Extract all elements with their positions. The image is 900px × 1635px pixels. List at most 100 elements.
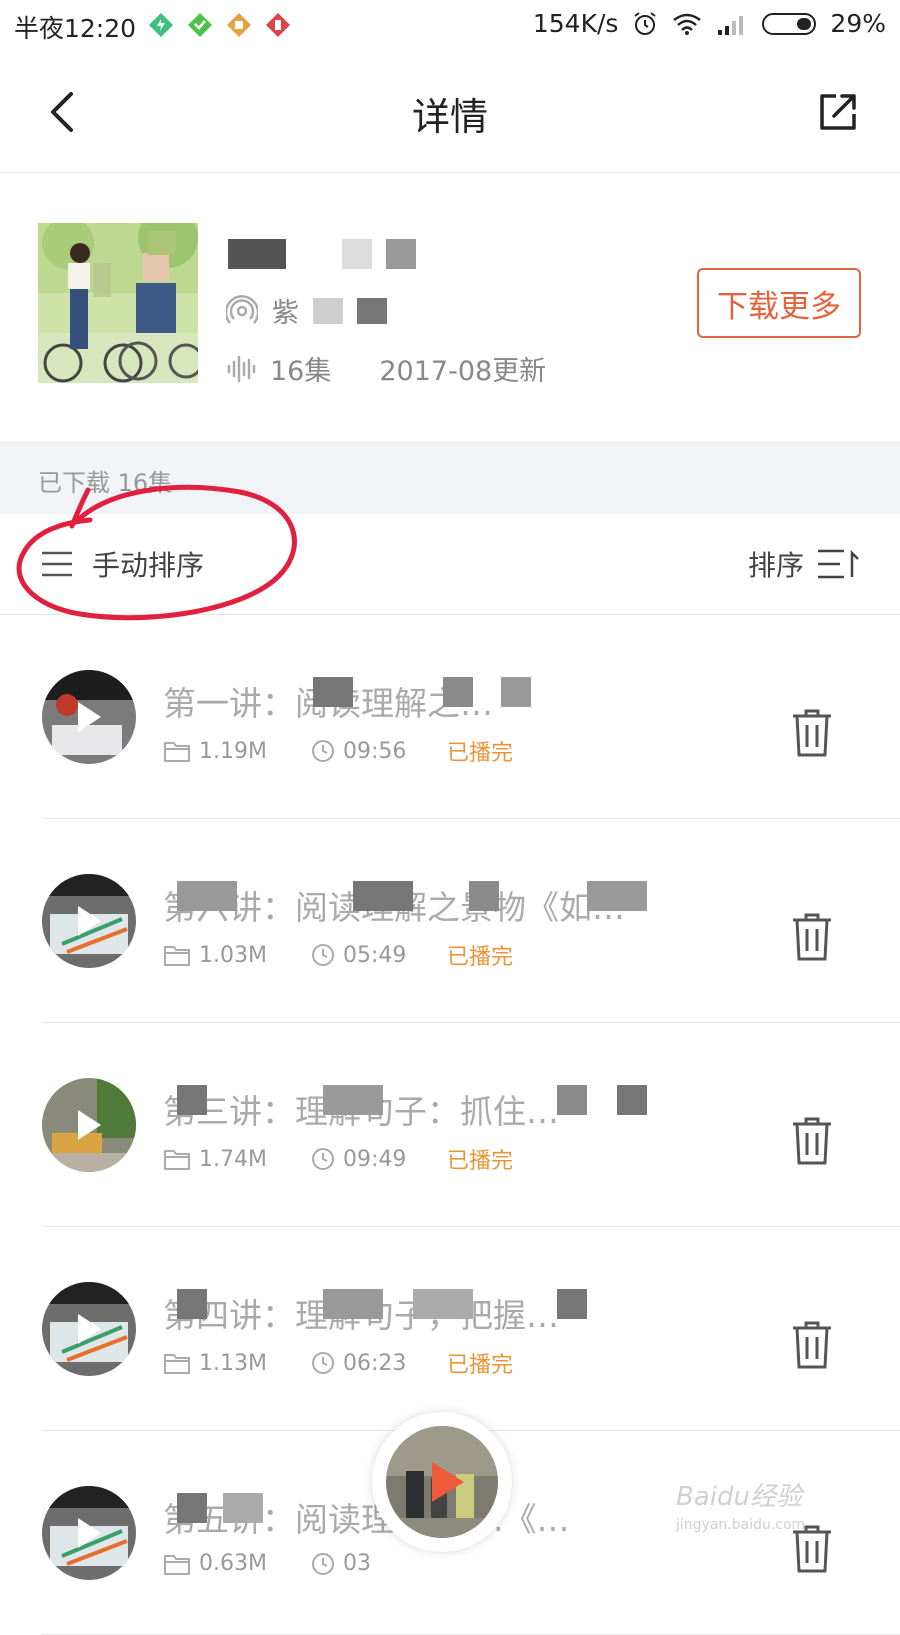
episode-title-redactions (163, 1285, 703, 1325)
episode-meta: 1.74M 09:49 已播完 (163, 1143, 513, 1175)
album-cover[interactable] (38, 223, 198, 383)
now-playing-artwork (386, 1426, 498, 1538)
episode-meta: 1.13M 06:23 已播完 (163, 1347, 513, 1379)
episode-played-status: 已播完 (447, 741, 514, 766)
mini-player-button[interactable] (372, 1412, 512, 1552)
downloaded-count: 已下载 16集 (38, 469, 173, 497)
play-overlay (42, 1282, 136, 1376)
battery-icon (762, 12, 817, 35)
trash-icon[interactable] (790, 707, 834, 759)
episode-meta: 0.63M 03 (163, 1551, 447, 1576)
menu-lines-icon (42, 551, 72, 577)
episode-size: 1.74M (199, 1146, 267, 1172)
folder-icon (164, 1354, 190, 1374)
watermark-site: jingyan.baidu.com (676, 1517, 806, 1533)
signal-icon (718, 15, 744, 35)
manual-sort-label: 手动排序 (92, 549, 205, 582)
status-bar: 半夜12:20 154K/s 29% (0, 0, 900, 52)
episode-meta: 1.19M 09:56 已播完 (163, 735, 513, 767)
sort-order-icon (818, 549, 859, 579)
page-title: 详情 (411, 95, 488, 139)
episode-title-redactions (163, 877, 703, 917)
album-cover-image (38, 223, 198, 383)
clock-icon (312, 1352, 334, 1374)
album-meta: 16集 2017-08更新 (226, 349, 546, 388)
album-title-redacted (228, 239, 416, 269)
notification-icons (148, 12, 291, 38)
watermark-brand: Baidu经验 (676, 1482, 802, 1512)
play-icon (78, 1314, 101, 1344)
album-info: 紫 16集 2017-08更新 下载更多 (0, 173, 900, 441)
anchor-name-redacted (357, 297, 387, 324)
episode-thumbnail[interactable] (42, 1486, 136, 1580)
clock-icon (312, 1148, 334, 1170)
episode-row[interactable]: 第三讲：理解句子：抓住… 1.74M 09:49 已播完 (0, 1023, 900, 1227)
folder-icon (164, 1554, 190, 1575)
episode-thumbnail[interactable] (42, 874, 136, 968)
episode-title-redactions (163, 673, 703, 713)
anchor-name-redacted (313, 297, 343, 324)
folder-icon (164, 1150, 190, 1170)
clock-icon (312, 740, 334, 762)
episode-played-status: 已播完 (447, 945, 514, 970)
sort-label: 排序 (747, 549, 804, 582)
broadcast-icon (226, 294, 258, 324)
album-anchor[interactable]: 紫 (226, 291, 387, 330)
episode-size: 0.63M (199, 1551, 267, 1576)
anchor-name: 紫 (272, 298, 299, 329)
downloaded-section-header: 已下载 16集 (0, 441, 900, 514)
clock-icon (312, 1552, 334, 1575)
episode-duration: 09:49 (343, 1146, 407, 1172)
top-nav-bar: 详情 (0, 52, 900, 173)
wifi-icon (673, 13, 702, 35)
play-overlay (42, 1486, 136, 1580)
episode-title-redactions (163, 1081, 703, 1121)
episode-duration: 03 (343, 1551, 371, 1576)
sort-toolbar: 手动排序 排序 (0, 514, 900, 615)
play-overlay (42, 874, 136, 968)
alarm-icon (634, 11, 657, 35)
battery-percent: 29% (830, 9, 886, 38)
episode-size: 1.19M (199, 738, 267, 764)
play-icon (78, 702, 101, 732)
episode-duration: 05:49 (343, 942, 407, 968)
app-notification-icon (266, 13, 290, 37)
app-notification-icon (227, 13, 251, 37)
network-speed: 154K/s (532, 9, 619, 38)
episode-thumbnail[interactable] (42, 670, 136, 764)
manual-sort-button[interactable]: 手动排序 (40, 544, 204, 584)
episode-size: 1.03M (199, 942, 267, 968)
episode-thumbnail[interactable] (42, 1078, 136, 1172)
share-button[interactable] (812, 86, 864, 138)
play-overlay (42, 670, 136, 764)
update-date: 2017-08更新 (379, 356, 547, 387)
folder-icon (164, 742, 190, 762)
audio-wave-icon (227, 355, 256, 382)
trash-icon[interactable] (790, 1115, 834, 1167)
episode-count: 16集 (270, 356, 332, 387)
play-icon (432, 1462, 464, 1502)
episode-row[interactable]: 第四讲：理解句子，把握… 1.13M 06:23 已播完 (0, 1227, 900, 1431)
status-time: 半夜12:20 (14, 14, 137, 43)
clock-icon (312, 944, 334, 966)
sort-button[interactable]: 排序 (748, 544, 860, 584)
episode-row[interactable]: 第一讲：阅读理解之… 1.19M 09:56 已播完 (0, 615, 900, 819)
episode-size: 1.13M (199, 1350, 267, 1376)
episode-played-status: 已播完 (447, 1353, 514, 1378)
status-right: 154K/s 29% (533, 9, 886, 38)
episode-duration: 06:23 (343, 1350, 407, 1376)
play-icon (78, 1110, 101, 1140)
play-icon (78, 906, 101, 936)
episode-duration: 09:56 (343, 738, 407, 764)
trash-icon[interactable] (790, 911, 834, 963)
episode-meta: 1.03M 05:49 已播完 (163, 939, 513, 971)
trash-icon[interactable] (790, 1319, 834, 1371)
download-more-button[interactable]: 下载更多 (697, 268, 861, 338)
app-notification-icon (188, 13, 212, 37)
episode-played-status: 已播完 (447, 1149, 514, 1174)
app-notification-icon (149, 13, 173, 37)
play-icon (78, 1518, 101, 1548)
play-overlay (42, 1078, 136, 1172)
episode-thumbnail[interactable] (42, 1282, 136, 1376)
episode-row[interactable]: 第六讲：阅读理解之景物《如… 1.03M 05:49 已播完 (0, 819, 900, 1023)
